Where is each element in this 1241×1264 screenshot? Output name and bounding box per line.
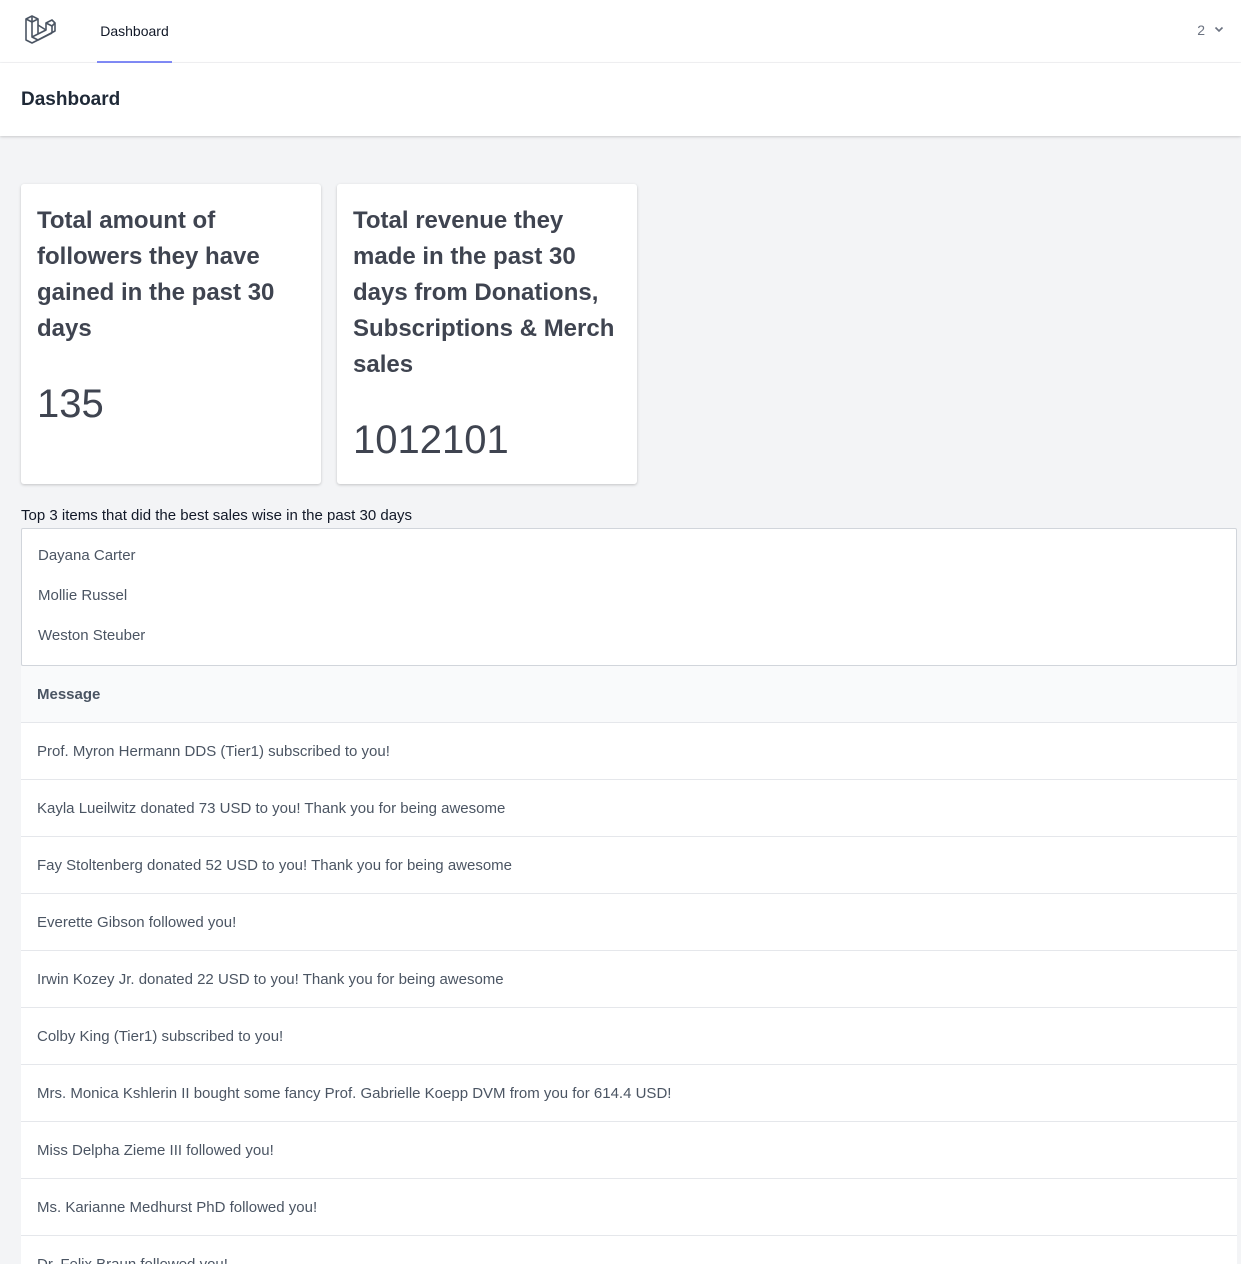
laravel-logo-icon[interactable] xyxy=(22,12,58,48)
table-row: Everette Gibson followed you! xyxy=(21,894,1237,951)
revenue-card-value: 1012101 xyxy=(353,418,509,462)
top-items-list: Dayana Carter Mollie Russel Weston Steub… xyxy=(21,528,1237,666)
nav-link-dashboard[interactable]: Dashboard xyxy=(97,0,172,63)
user-dropdown[interactable]: 2 xyxy=(1197,0,1225,60)
table-row: Ms. Karianne Medhurst PhD followed you! xyxy=(21,1179,1237,1236)
table-row: Mrs. Monica Kshlerin II bought some fanc… xyxy=(21,1065,1237,1122)
followers-card-title: Total amount of followers they have gain… xyxy=(37,207,275,342)
revenue-card-title: Total revenue they made in the past 30 d… xyxy=(353,207,615,378)
followers-card-value: 135 xyxy=(37,382,104,426)
table-row: Colby King (Tier1) subscribed to you! xyxy=(21,1008,1237,1065)
list-item: Weston Steuber xyxy=(38,627,146,644)
table-row: Irwin Kozey Jr. donated 22 USD to you! T… xyxy=(21,951,1237,1008)
user-name: 2 xyxy=(1197,22,1205,38)
followers-card: Total amount of followers they have gain… xyxy=(21,184,321,484)
messages-column-header: Message xyxy=(21,666,1237,723)
top-navigation: Dashboard 2 xyxy=(0,0,1241,63)
list-item: Dayana Carter xyxy=(38,547,136,564)
table-row: Miss Delpha Zieme III followed you! xyxy=(21,1122,1237,1179)
top-items-label: Top 3 items that did the best sales wise… xyxy=(21,507,413,524)
nav-link-dashboard-label: Dashboard xyxy=(100,22,169,39)
table-row: Kayla Lueilwitz donated 73 USD to you! T… xyxy=(21,780,1237,837)
table-row: Dr. Felix Braun followed you! xyxy=(21,1236,1237,1264)
revenue-card: Total revenue they made in the past 30 d… xyxy=(337,184,637,484)
page-title: Dashboard xyxy=(21,89,121,110)
table-row: Fay Stoltenberg donated 52 USD to you! T… xyxy=(21,837,1237,894)
chevron-down-icon xyxy=(1213,22,1225,38)
page-header: Dashboard xyxy=(0,63,1241,136)
list-item: Mollie Russel xyxy=(38,587,128,604)
messages-table: Message Prof. Myron Hermann DDS (Tier1) … xyxy=(21,666,1237,1264)
table-row: Prof. Myron Hermann DDS (Tier1) subscrib… xyxy=(21,723,1237,780)
